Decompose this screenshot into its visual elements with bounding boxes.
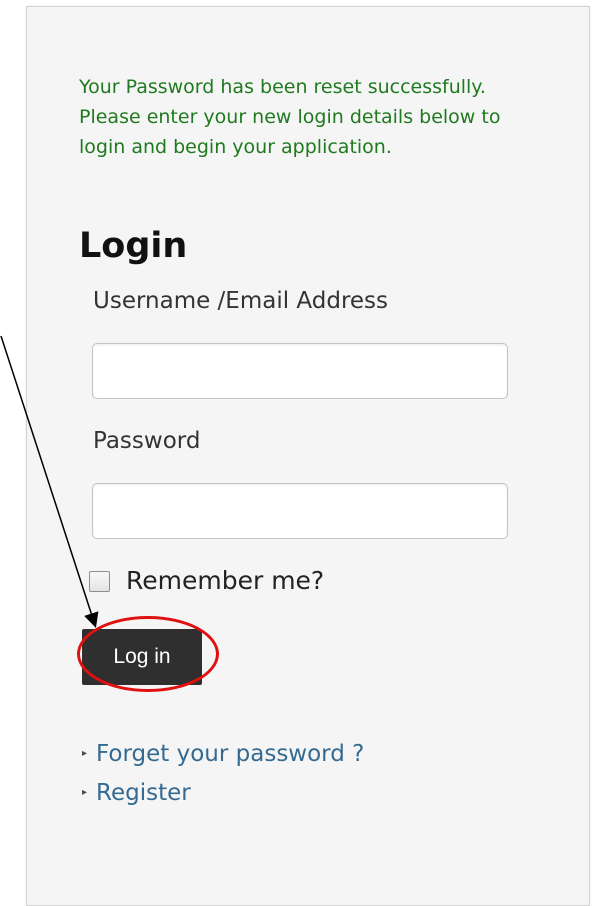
remember-me-label: Remember me? xyxy=(126,566,325,595)
register-link[interactable]: Register xyxy=(96,780,191,806)
remember-me-checkbox[interactable] xyxy=(89,571,110,592)
password-input[interactable] xyxy=(92,483,508,539)
bullet-icon: ▸ xyxy=(82,787,88,798)
list-item: ▸ Forget your password ? xyxy=(82,734,364,773)
page-title: Login xyxy=(79,226,188,266)
help-links: ▸ Forget your password ? ▸ Register xyxy=(82,734,364,812)
password-label: Password xyxy=(93,428,201,454)
username-input[interactable] xyxy=(92,343,508,399)
list-item: ▸ Register xyxy=(82,773,364,812)
login-button[interactable]: Log in xyxy=(82,629,202,685)
forgot-password-link[interactable]: Forget your password ? xyxy=(96,741,364,767)
bullet-icon: ▸ xyxy=(82,748,88,759)
username-label: Username /Email Address xyxy=(93,288,389,314)
success-message: Your Password has been reset successfull… xyxy=(79,76,501,158)
